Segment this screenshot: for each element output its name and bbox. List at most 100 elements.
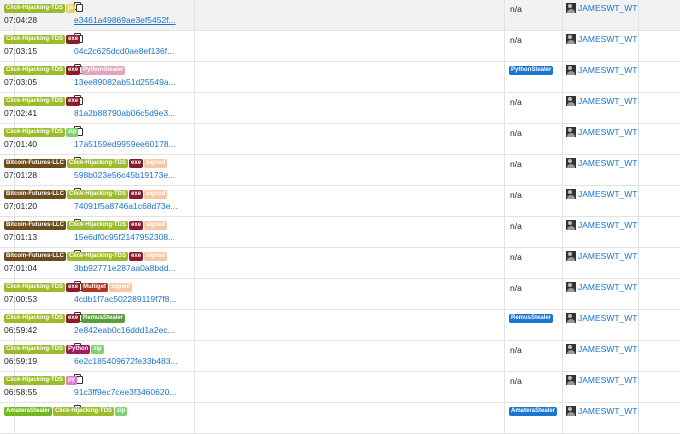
tag-badge[interactable]: exe (66, 283, 81, 292)
reporter[interactable]: JAMESWT_WT (566, 34, 638, 52)
tag-badge[interactable]: Bitcoin-Futures-LLC (4, 159, 66, 168)
reporter-name[interactable]: JAMESWT_WT (578, 96, 638, 106)
tag-badge[interactable]: Click-Hijacking-TDS (4, 35, 66, 44)
tag-badge[interactable]: signed (144, 221, 168, 230)
tag-badge[interactable]: Click-Hijacking-TDS (4, 128, 66, 137)
tag-badge[interactable]: Click-Hijacking-TDS (67, 221, 129, 230)
table-cell-border (194, 124, 504, 154)
tag-list: Click-Hijacking-TDS exe Multiget signed (4, 283, 133, 301)
tag-badge[interactable]: Click-Hijacking-TDS (4, 66, 66, 75)
avatar-icon (566, 96, 576, 106)
reporter-name[interactable]: JAMESWT_WT (578, 127, 638, 137)
tag-badge[interactable]: exe (129, 221, 144, 230)
table-cell-border (638, 0, 639, 30)
reporter[interactable]: JAMESWT_WT (566, 220, 638, 238)
tag-badge[interactable]: zip (66, 128, 79, 137)
reporter-name[interactable]: JAMESWT_WT (578, 344, 638, 354)
reporter[interactable]: JAMESWT_WT (566, 3, 638, 21)
tag-badge[interactable]: Bitcoin-Futures-LLC (4, 221, 66, 230)
reporter-name[interactable]: JAMESWT_WT (578, 3, 638, 13)
avatar-icon (566, 65, 576, 75)
table-cell-border (638, 31, 639, 61)
tag-badge[interactable]: Click-Hijacking-TDS (4, 283, 66, 292)
avatar-icon (566, 344, 576, 354)
reporter[interactable]: JAMESWT_WT (566, 127, 638, 145)
tag-badge[interactable]: exe (129, 159, 144, 168)
signature-badge[interactable]: RemusStealer (509, 314, 554, 323)
reporter-name[interactable]: JAMESWT_WT (578, 313, 638, 323)
reporter-name[interactable]: JAMESWT_WT (578, 375, 638, 385)
tag-badge[interactable]: exe (129, 252, 144, 261)
tag-badge[interactable]: js (66, 4, 76, 13)
sample-hash-link[interactable]: e3461a49869ae3ef5452f... (74, 15, 176, 25)
reporter[interactable]: JAMESWT_WT (566, 96, 638, 114)
tag-list: Click-Hijacking-TDS js (4, 4, 76, 22)
table-cell-border (638, 403, 639, 433)
tag-badge[interactable]: signed (144, 190, 168, 199)
tag-badge[interactable]: signed (144, 159, 168, 168)
tag-badge[interactable]: Click-Hijacking-TDS (53, 407, 115, 416)
table-cell-border (638, 155, 639, 185)
sample-hash-link[interactable]: 04c2c625dcd0ae8ef136f... (74, 46, 174, 56)
reporter-name[interactable]: JAMESWT_WT (578, 34, 638, 44)
table-row: 2026-06-0506:59:422e842eab0c16ddd1a2ec..… (0, 310, 680, 341)
sample-hash-link[interactable]: 91c3ff9ec7cee3f3460620... (74, 387, 176, 397)
signature-badge[interactable]: AmateraStealer (509, 407, 558, 416)
tag-list: Bitcoin-Futures-LLC Click-Hijacking-TDS ex… (4, 190, 168, 208)
reporter[interactable]: JAMESWT_WT (566, 282, 638, 300)
sample-hash-link[interactable]: 17a5159ed9959ee60178... (74, 139, 176, 149)
samples-table: 2026-06-0507:04:28e3461a49869ae3ef5452f.… (0, 0, 680, 434)
tag-badge[interactable]: Click-Hijacking-TDS (67, 252, 129, 261)
intel-value: n/a (510, 97, 522, 107)
tag-badge[interactable]: Click-Hijacking-TDS (4, 97, 66, 106)
table-row: 2026-06-0507:03:1504c2c625dcd0ae8ef136f.… (0, 31, 680, 62)
reporter-name[interactable]: JAMESWT_WT (578, 158, 638, 168)
tag-badge[interactable]: Bitcoin-Futures-LLC (4, 190, 66, 199)
tag-badge[interactable]: Click-Hijacking-TDS (4, 345, 66, 354)
tag-badge[interactable]: Multiget (81, 283, 109, 292)
reporter[interactable]: JAMESWT_WT (566, 375, 638, 393)
tag-badge[interactable]: Click-Hijacking-TDS (4, 314, 66, 323)
avatar-icon (566, 158, 576, 168)
reporter-name[interactable]: JAMESWT_WT (578, 251, 638, 261)
reporter-name[interactable]: JAMESWT_WT (578, 282, 638, 292)
tag-badge[interactable]: py (66, 376, 78, 385)
table-row: 2026-06-0507:03:0513ee89082ab51d25549a..… (0, 62, 680, 93)
table-cell-border (194, 341, 504, 371)
tag-badge[interactable]: signed (144, 252, 168, 261)
reporter[interactable]: JAMESWT_WT (566, 65, 638, 83)
tag-badge[interactable]: Click-Hijacking-TDS (4, 4, 66, 13)
reporter[interactable]: JAMESWT_WT (566, 344, 638, 362)
reporter-name[interactable]: JAMESWT_WT (578, 220, 638, 230)
tag-badge[interactable]: Click-Hijacking-TDS (4, 376, 66, 385)
intel-value: n/a (510, 190, 522, 200)
reporter[interactable]: JAMESWT_WT (566, 406, 638, 424)
tag-badge[interactable]: zip (91, 345, 104, 354)
tag-list: Click-Hijacking-TDS exe PythonStealer (4, 66, 126, 84)
tag-badge[interactable]: Bitcoin-Futures-LLC (4, 252, 66, 261)
tag-badge[interactable]: exe (66, 66, 81, 75)
reporter[interactable]: JAMESWT_WT (566, 251, 638, 269)
tag-badge[interactable]: RemusStealer (81, 314, 126, 323)
table-cell-border (638, 217, 639, 247)
sample-hash-link[interactable]: 81a2b88790ab06c5d9e3... (74, 108, 175, 118)
tag-badge[interactable]: Click-Hijacking-TDS (67, 190, 129, 199)
reporter[interactable]: JAMESWT_WT (566, 189, 638, 207)
tag-badge[interactable]: signed (109, 283, 133, 292)
avatar-icon (566, 313, 576, 323)
tag-badge[interactable]: exe (66, 35, 81, 44)
tag-badge[interactable]: PythonStealer (81, 66, 126, 75)
reporter-name[interactable]: JAMESWT_WT (578, 189, 638, 199)
reporter[interactable]: JAMESWT_WT (566, 158, 638, 176)
tag-badge[interactable]: exe (129, 190, 144, 199)
tag-badge[interactable]: zip (115, 407, 128, 416)
tag-badge[interactable]: AmateraStealer (4, 407, 53, 416)
tag-badge[interactable]: Python (66, 345, 91, 354)
tag-badge[interactable]: exe (66, 314, 81, 323)
reporter-name[interactable]: JAMESWT_WT (578, 65, 638, 75)
reporter-name[interactable]: JAMESWT_WT (578, 406, 638, 416)
tag-badge[interactable]: Click-Hijacking-TDS (67, 159, 129, 168)
reporter[interactable]: JAMESWT_WT (566, 313, 638, 331)
signature-badge[interactable]: PythonStealer (509, 66, 554, 75)
tag-badge[interactable]: exe (66, 97, 81, 106)
